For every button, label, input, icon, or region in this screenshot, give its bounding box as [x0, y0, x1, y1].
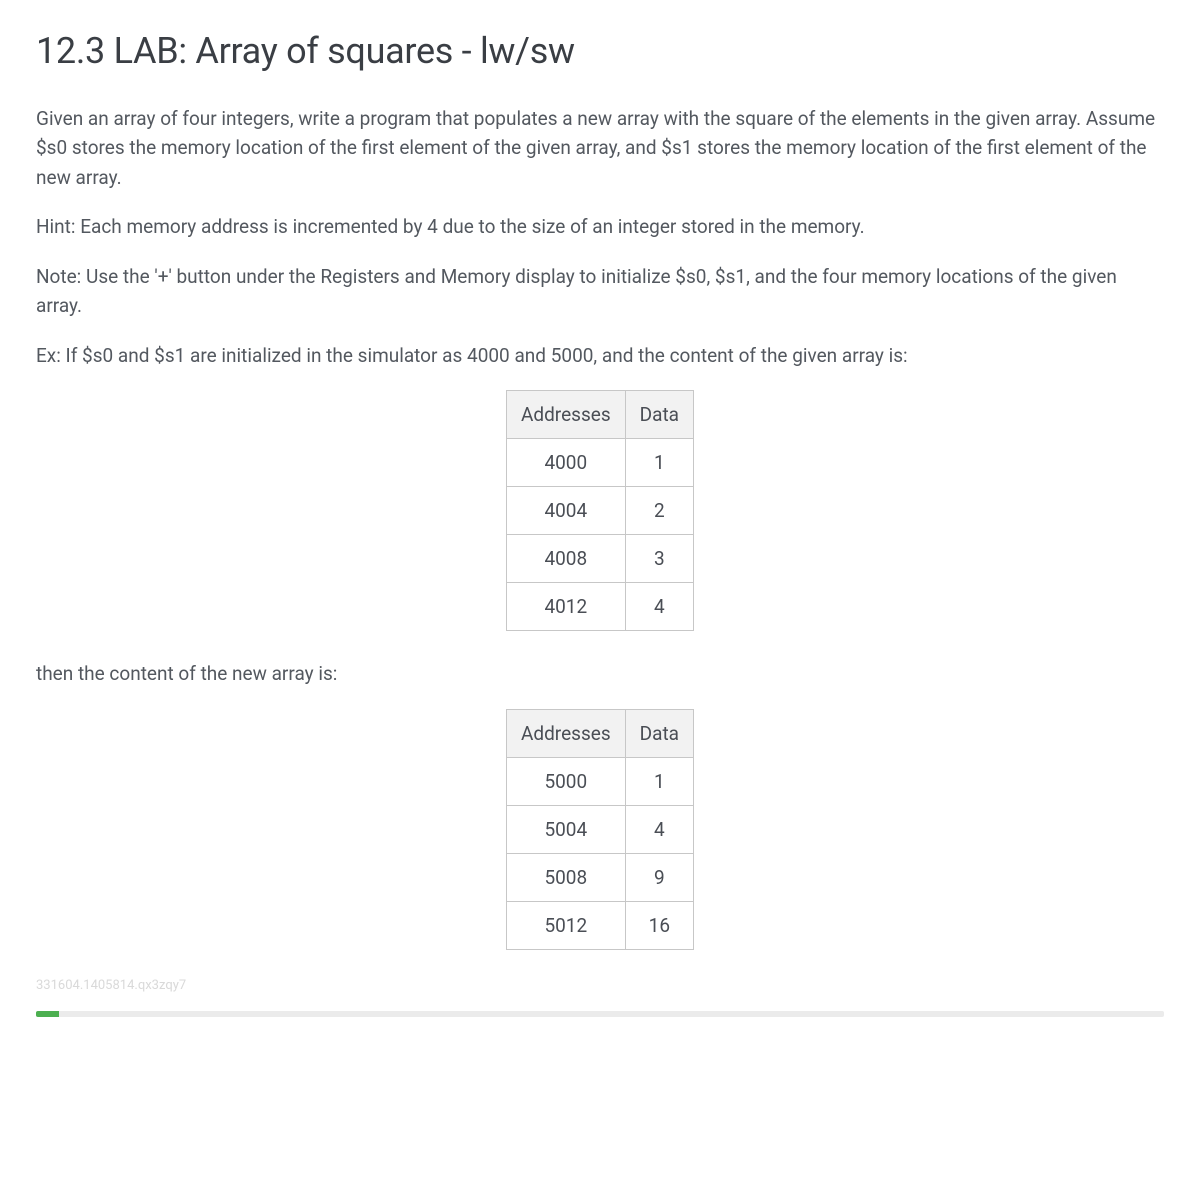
table-row: 5000 1 [506, 757, 693, 805]
cell-address: 4004 [506, 487, 625, 535]
cell-value: 4 [625, 805, 693, 853]
then-paragraph: then the content of the new array is: [36, 659, 1164, 688]
table-row: 4000 1 [506, 439, 693, 487]
cell-value: 2 [625, 487, 693, 535]
cell-value: 1 [625, 439, 693, 487]
table-header-data: Data [625, 391, 693, 439]
cell-address: 5008 [506, 853, 625, 901]
progress-fill [36, 1011, 59, 1017]
example-intro-paragraph: Ex: If $s0 and $s1 are initialized in th… [36, 341, 1164, 370]
table-header-data: Data [625, 709, 693, 757]
table-header-addresses: Addresses [506, 391, 625, 439]
table-header-addresses: Addresses [506, 709, 625, 757]
note-paragraph: Note: Use the '+' button under the Regis… [36, 262, 1164, 321]
table-row: 4004 2 [506, 487, 693, 535]
table-row: 5008 9 [506, 853, 693, 901]
cell-address: 5012 [506, 901, 625, 949]
cell-address: 5004 [506, 805, 625, 853]
cell-address: 4008 [506, 535, 625, 583]
page-title: 12.3 LAB: Array of squares - lw/sw [36, 30, 1164, 72]
hint-paragraph: Hint: Each memory address is incremented… [36, 212, 1164, 241]
table-row: 5004 4 [506, 805, 693, 853]
intro-paragraph: Given an array of four integers, write a… [36, 104, 1164, 192]
cell-address: 4000 [506, 439, 625, 487]
progress-bar [36, 1011, 1164, 1017]
table-row: 5012 16 [506, 901, 693, 949]
cell-value: 16 [625, 901, 693, 949]
cell-address: 4012 [506, 583, 625, 631]
cell-address: 5000 [506, 757, 625, 805]
table-row: 4012 4 [506, 583, 693, 631]
watermark-text: 331604.1405814.qx3zqy7 [36, 978, 1164, 993]
cell-value: 4 [625, 583, 693, 631]
cell-value: 1 [625, 757, 693, 805]
cell-value: 9 [625, 853, 693, 901]
input-array-table: Addresses Data 4000 1 4004 2 4008 3 4012… [506, 390, 694, 631]
output-array-table: Addresses Data 5000 1 5004 4 5008 9 5012… [506, 709, 694, 950]
cell-value: 3 [625, 535, 693, 583]
table-row: 4008 3 [506, 535, 693, 583]
